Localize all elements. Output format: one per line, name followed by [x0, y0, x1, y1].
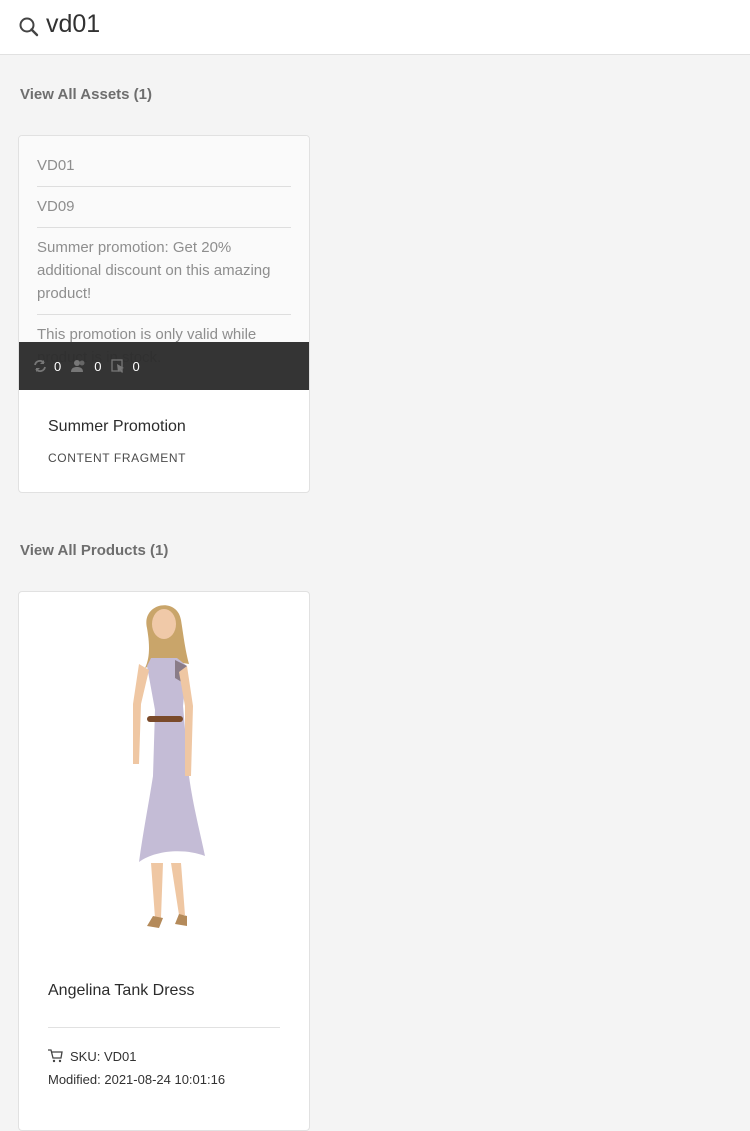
cart-icon: [48, 1049, 63, 1063]
search-icon: [19, 17, 39, 37]
search-input[interactable]: [46, 10, 646, 39]
asset-title[interactable]: Summer Promotion: [48, 418, 186, 436]
asset-type: CONTENT FRAGMENT: [48, 451, 187, 465]
product-card[interactable]: Angelina Tank Dress SKU: VD01 Modified: …: [18, 591, 310, 1131]
asset-card[interactable]: VD01 VD09 Summer promotion: Get 20% addi…: [18, 135, 310, 493]
search-bar: [0, 0, 750, 55]
stat-value: 0: [54, 358, 62, 374]
stats-overlay: 0 0 0: [19, 342, 309, 390]
product-modified: Modified: 2021-08-24 10:01:16: [48, 1072, 226, 1087]
preview-row: Summer promotion: Get 20% additional dis…: [37, 228, 291, 315]
product-image: [133, 605, 205, 928]
preview-row: VD01: [37, 146, 291, 187]
stat-value: 0: [94, 358, 102, 374]
product-sku: SKU: VD01: [70, 1049, 137, 1064]
divider: [48, 1027, 280, 1028]
users-icon: [71, 360, 85, 372]
view-all-products-link[interactable]: View All Products (1): [20, 542, 168, 559]
stat-value: 0: [132, 358, 140, 374]
preview-row: VD09: [37, 187, 291, 228]
cursor-icon: [111, 359, 125, 373]
sync-icon: [34, 360, 46, 372]
product-title[interactable]: Angelina Tank Dress: [48, 982, 194, 1000]
view-all-assets-link[interactable]: View All Assets (1): [20, 86, 152, 103]
